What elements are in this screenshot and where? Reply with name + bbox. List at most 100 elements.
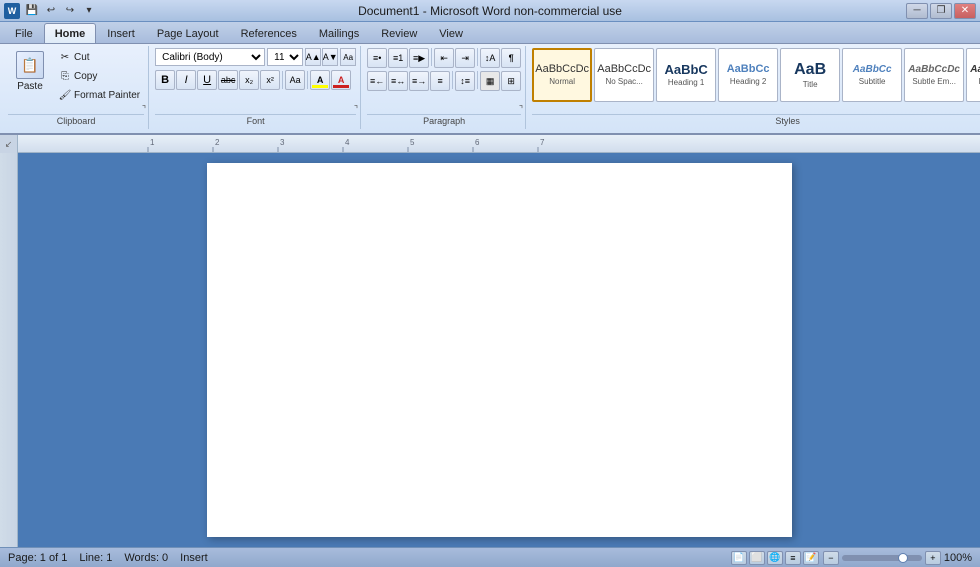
tab-home[interactable]: Home xyxy=(44,23,97,43)
para-divider4 xyxy=(477,71,478,89)
title-bar-left: W 💾 ↩ ↪ ▾ xyxy=(4,3,97,19)
zoom-out-button[interactable]: − xyxy=(823,551,839,565)
copy-button[interactable]: ⎘ Copy xyxy=(54,67,144,85)
underline-button[interactable]: U xyxy=(197,70,217,90)
strikethrough-button[interactable]: abc xyxy=(218,70,238,90)
align-left-button[interactable]: ≡← xyxy=(367,71,387,91)
zoom-level: 100% xyxy=(944,552,972,564)
font-size-select[interactable]: 11 xyxy=(267,48,303,66)
font-name-select[interactable]: Calibri (Body) xyxy=(155,48,265,66)
font-color-indicator xyxy=(333,85,349,88)
superscript-button[interactable]: x² xyxy=(260,70,280,90)
style-normal[interactable]: AaBbCcDc Normal xyxy=(532,48,592,102)
style-normal-label: Normal xyxy=(549,77,575,86)
paragraph-group-label: Paragraph xyxy=(367,114,521,127)
save-qa-button[interactable]: 💾 xyxy=(24,3,40,19)
style-subtle-em-label: Subtle Em... xyxy=(912,77,956,86)
window-controls: ─ ❐ ✕ xyxy=(906,3,976,19)
close-button[interactable]: ✕ xyxy=(954,3,976,19)
svg-text:5: 5 xyxy=(410,138,415,147)
word-count: Words: 0 xyxy=(124,552,168,564)
zoom-slider-thumb[interactable] xyxy=(898,553,908,563)
decrease-font-button[interactable]: A▼ xyxy=(322,48,338,66)
undo-qa-button[interactable]: ↩ xyxy=(43,3,59,19)
change-case-button[interactable]: Aa xyxy=(285,70,305,90)
justify-button[interactable]: ≡ xyxy=(430,71,450,91)
svg-text:3: 3 xyxy=(280,138,285,147)
numbering-button[interactable]: ≡1 xyxy=(388,48,408,68)
subscript-button[interactable]: x₂ xyxy=(239,70,259,90)
format-divider2 xyxy=(307,71,308,89)
format-painter-button[interactable]: 🖌 Format Painter xyxy=(54,86,144,104)
document-area xyxy=(18,153,980,547)
tab-mailings[interactable]: Mailings xyxy=(308,23,370,43)
draft-view-button[interactable]: 📝 xyxy=(803,551,819,565)
borders-button[interactable]: ⊞ xyxy=(501,71,521,91)
restore-button[interactable]: ❐ xyxy=(930,3,952,19)
increase-font-button[interactable]: A▲ xyxy=(305,48,321,66)
style-heading2-label: Heading 2 xyxy=(730,77,766,86)
increase-indent-button[interactable]: ⇥ xyxy=(455,48,475,68)
ruler-svg: 1 2 3 4 5 6 7 xyxy=(18,135,980,152)
tab-view[interactable]: View xyxy=(428,23,474,43)
paragraph-row1: ≡• ≡1 ≡▶ ⇤ ⇥ ↕A ¶ xyxy=(367,48,521,68)
style-subtle-em[interactable]: AaBbCcDc Subtle Em... xyxy=(904,48,964,102)
paste-label: Paste xyxy=(17,81,43,92)
align-right-button[interactable]: ≡→ xyxy=(409,71,429,91)
italic-button[interactable]: I xyxy=(176,70,196,90)
ruler-corner[interactable]: ↙ xyxy=(0,135,18,153)
style-subtitle-label: Subtitle xyxy=(859,77,886,86)
style-normal-text: AaBbCcDc xyxy=(535,64,589,75)
shading-button[interactable]: ▦ xyxy=(480,71,500,91)
customize-qa-button[interactable]: ▾ xyxy=(81,3,97,19)
tab-pagelayout[interactable]: Page Layout xyxy=(146,23,230,43)
font-color-button[interactable]: A xyxy=(331,70,351,90)
style-subtitle[interactable]: AaBbCc Subtitle xyxy=(842,48,902,102)
paragraph-group: ≡• ≡1 ≡▶ ⇤ ⇥ ↕A ¶ ≡← ≡↔ ≡→ ≡ ↕≡ xyxy=(363,46,526,129)
style-nospace-text: AaBbCcDc xyxy=(597,64,651,75)
show-hide-button[interactable]: ¶ xyxy=(501,48,521,68)
para-divider1 xyxy=(431,48,432,66)
cut-button[interactable]: ✂ Cut xyxy=(54,48,144,66)
bullets-button[interactable]: ≡• xyxy=(367,48,387,68)
zoom-slider[interactable] xyxy=(842,555,922,561)
style-title[interactable]: AaB Title xyxy=(780,48,840,102)
style-heading1[interactable]: AaBbC Heading 1 xyxy=(656,48,716,102)
styles-group-label: Styles xyxy=(532,114,980,127)
styles-group: AaBbCcDc Normal AaBbCcDc No Spac... AaBb… xyxy=(528,46,980,129)
multilevel-list-button[interactable]: ≡▶ xyxy=(409,48,429,68)
bold-button[interactable]: B xyxy=(155,70,175,90)
minimize-button[interactable]: ─ xyxy=(906,3,928,19)
clipboard-expander-icon[interactable]: ⌝ xyxy=(142,104,146,115)
font-expander-icon[interactable]: ⌝ xyxy=(354,104,358,115)
tab-row: File Home Insert Page Layout References … xyxy=(0,22,980,44)
full-screen-view-button[interactable]: ⬜ xyxy=(749,551,765,565)
redo-qa-button[interactable]: ↪ xyxy=(62,3,78,19)
zoom-controls: − + 100% xyxy=(823,551,972,565)
web-layout-view-button[interactable]: 🌐 xyxy=(767,551,783,565)
clear-formatting-button[interactable]: Aa xyxy=(340,48,356,66)
horizontal-ruler: 1 2 3 4 5 6 7 xyxy=(18,135,980,152)
document-page[interactable] xyxy=(207,163,792,537)
decrease-indent-button[interactable]: ⇤ xyxy=(434,48,454,68)
zoom-in-button[interactable]: + xyxy=(925,551,941,565)
print-layout-view-button[interactable]: 📄 xyxy=(731,551,747,565)
tab-references[interactable]: References xyxy=(230,23,308,43)
highlight-color-button[interactable]: A xyxy=(310,70,330,90)
align-center-button[interactable]: ≡↔ xyxy=(388,71,408,91)
format-buttons-row: B I U abc x₂ x² Aa A A xyxy=(155,70,351,90)
tab-review[interactable]: Review xyxy=(370,23,428,43)
style-heading2[interactable]: AaBbCc Heading 2 xyxy=(718,48,778,102)
line-spacing-button[interactable]: ↕≡ xyxy=(455,71,475,91)
paste-button[interactable]: 📋 Paste xyxy=(8,48,52,95)
style-heading1-text: AaBbC xyxy=(664,63,707,76)
sort-button[interactable]: ↕A xyxy=(480,48,500,68)
paragraph-expander-icon[interactable]: ⌝ xyxy=(519,104,523,115)
style-emphasis[interactable]: AaBbCcDc Emphasis xyxy=(966,48,980,102)
view-buttons: 📄 ⬜ 🌐 ≡ 📝 xyxy=(731,551,819,565)
outline-view-button[interactable]: ≡ xyxy=(785,551,801,565)
style-nospace[interactable]: AaBbCcDc No Spac... xyxy=(594,48,654,102)
tab-insert[interactable]: Insert xyxy=(96,23,146,43)
main-area xyxy=(0,153,980,547)
tab-file[interactable]: File xyxy=(4,23,44,43)
